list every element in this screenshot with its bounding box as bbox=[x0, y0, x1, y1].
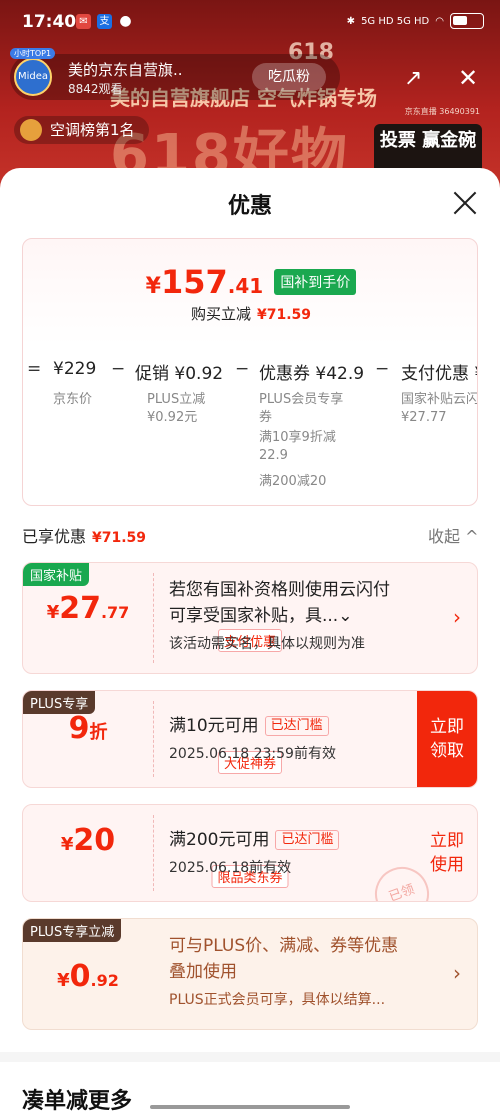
card-amount: ¥0.92 bbox=[57, 959, 119, 994]
card-divider bbox=[153, 573, 154, 663]
collapse-button[interactable]: 收起 ^ bbox=[428, 523, 479, 547]
battery-icon bbox=[450, 13, 484, 29]
claim-button[interactable]: 立即 领取 bbox=[417, 691, 477, 787]
card-corner-tag: PLUS专享立减 bbox=[23, 919, 122, 942]
price-calculation-card: ¥157.41 国补到手价 购买立减 ¥71.59 = ¥229 京东价 − 促销… bbox=[22, 238, 478, 506]
pay-sub2: ¥27.77 bbox=[401, 410, 447, 425]
pay-sub1: 国家补贴云闪 bbox=[401, 392, 478, 407]
medal-icon bbox=[20, 119, 42, 141]
follow-button[interactable]: 吃瓜粉 bbox=[252, 63, 326, 91]
minus-sign: − bbox=[375, 359, 390, 379]
card-amount: ¥20 bbox=[60, 823, 116, 858]
section-divider bbox=[0, 1052, 500, 1062]
minus-sign: − bbox=[235, 359, 250, 379]
coupon-card-plus-instant[interactable]: PLUS专享立减 ¥0.92 可与PLUS价、满减、券等优惠 叠加使用 PLUS… bbox=[22, 918, 478, 1030]
sheet-title: 优惠 bbox=[227, 194, 272, 219]
close-icon[interactable]: ✕ bbox=[458, 64, 478, 92]
card-amount: 9折 bbox=[68, 711, 108, 746]
status-bar: 17:40 ✉ 支 ● ✱ 5G HD 5G HD ◠ bbox=[0, 0, 500, 46]
instant-discount-value: ¥71.59 bbox=[256, 307, 312, 323]
card-main: 满10元可用 已达门槛 2025.06.18 23:59前有效 bbox=[169, 716, 336, 762]
card-corner-tag: 国家补贴 bbox=[23, 563, 90, 586]
promo-sub1: PLUS立减 bbox=[147, 392, 206, 407]
coupon-sub2: 券 bbox=[259, 410, 273, 425]
enjoyed-discount-value: ¥71.59 bbox=[92, 530, 147, 546]
card-divider bbox=[153, 701, 154, 777]
minus-sign: − bbox=[111, 359, 126, 379]
coupon-card-category[interactable]: ¥20 限品类东券 满200元可用 已达门槛 2025.06.18前有效 已领 立… bbox=[22, 804, 478, 902]
discount-sheet: 优惠 ¥157.41 国补到手价 购买立减 ¥71.59 = ¥229 京东价 −… bbox=[0, 168, 500, 1111]
instant-discount-row: 购买立减 ¥71.59 bbox=[190, 305, 312, 323]
coupon-sub3: 满10享9折减 bbox=[259, 430, 336, 445]
promo-sub2: ¥0.92元 bbox=[147, 410, 198, 425]
card-amount: ¥27.77 bbox=[46, 591, 130, 626]
coupon-sub4: 22.9 bbox=[259, 448, 288, 463]
shop-name[interactable]: 美的京东自营旗.. bbox=[68, 59, 183, 80]
jd-price-label: 京东价 bbox=[53, 392, 93, 407]
share-icon[interactable]: ↗ bbox=[404, 66, 428, 91]
live-id: 京东直播 36490391 bbox=[404, 107, 480, 116]
promo-value: 促销 ¥0.92 bbox=[135, 364, 224, 384]
final-price-row: ¥157.41 国补到手价 bbox=[23, 263, 477, 301]
chevron-right-icon[interactable]: › bbox=[453, 605, 461, 629]
chevron-right-icon[interactable]: › bbox=[453, 961, 461, 985]
alipay-icon: 支 bbox=[97, 14, 112, 29]
enjoyed-discount: 已享优惠 ¥71.59 bbox=[22, 527, 147, 546]
status-time: 17:40 bbox=[22, 12, 77, 32]
network-label: 5G HD 5G HD bbox=[361, 15, 430, 27]
use-button[interactable]: 立即 使用 bbox=[417, 805, 477, 901]
wifi-icon: ◠ bbox=[435, 15, 444, 27]
app-notification-icon: ✉ bbox=[76, 14, 91, 29]
threshold-badge: 已达门槛 bbox=[275, 830, 340, 850]
chat-icon: ● bbox=[119, 13, 132, 29]
coupon-value: 优惠券 ¥42.9 bbox=[259, 364, 365, 384]
more-deals-title: 凑单减更多 bbox=[22, 1089, 133, 1111]
coupon-card-plus-discount[interactable]: PLUS专享 9折 大促神券 满10元可用 已达门槛 2025.06.18 23:… bbox=[22, 690, 478, 788]
shop-avatar[interactable]: Midea bbox=[14, 58, 52, 96]
pay-discount-value: 支付优惠 ¥ bbox=[401, 364, 478, 384]
viewer-count: 8842观看 bbox=[68, 82, 123, 96]
coupon-card-national-subsidy[interactable]: 国家补贴 ¥27.77 支付优惠 若您有国补资格则使用云闪付 可享受国家补贴，具… bbox=[22, 562, 478, 674]
threshold-badge: 已达门槛 bbox=[264, 716, 329, 736]
status-right: ✱ 5G HD 5G HD ◠ bbox=[347, 13, 484, 29]
card-expand-text[interactable]: 可享受国家补贴，具...⌄ bbox=[169, 603, 390, 629]
card-main: 若您有国补资格则使用云闪付 可享受国家补贴，具...⌄ 该活动需实名，具体以规则… bbox=[169, 580, 390, 652]
final-price-tag: 国补到手价 bbox=[274, 269, 357, 295]
jd-price: ¥229 bbox=[53, 359, 97, 379]
shop-rank-badge: 小时TOP1 bbox=[10, 48, 56, 59]
card-main: 可与PLUS价、满减、券等优惠 叠加使用 PLUS正式会员可享，具体以结算... bbox=[169, 936, 399, 1008]
card-divider bbox=[153, 815, 154, 891]
bluetooth-icon: ✱ bbox=[346, 15, 356, 27]
shop-header[interactable]: Midea 小时TOP1 美的京东自营旗.. 8842观看 吃瓜粉 bbox=[10, 48, 340, 100]
price-formula: = ¥229 京东价 − 促销 ¥0.92 PLUS立减 ¥0.92元 − 优惠… bbox=[23, 351, 478, 501]
rank-pill[interactable]: 空调榜第1名 bbox=[14, 116, 149, 144]
notification-icons: ✉ 支 ● bbox=[76, 14, 133, 29]
rank-label: 空调榜第1名 bbox=[50, 121, 135, 139]
card-main: 满200元可用 已达门槛 2025.06.18前有效 bbox=[169, 827, 340, 877]
coupon-sub5: 满200减20 bbox=[259, 474, 327, 489]
final-price: ¥157.41 bbox=[145, 263, 264, 301]
home-indicator[interactable] bbox=[150, 1105, 350, 1109]
equals-sign: = bbox=[27, 359, 42, 379]
close-icon[interactable] bbox=[452, 190, 478, 216]
coupon-sub1: PLUS会员专享 bbox=[259, 392, 344, 407]
